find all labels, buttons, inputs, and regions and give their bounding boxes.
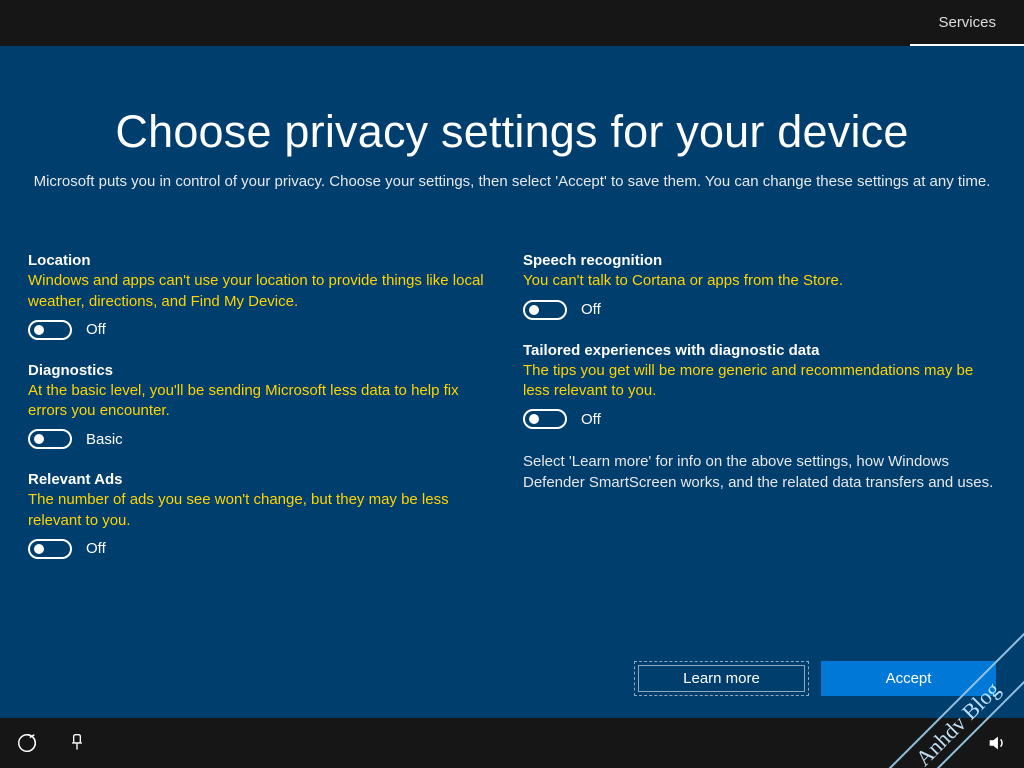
toggle-speech-recognition[interactable]: [523, 300, 567, 320]
setting-title: Speech recognition: [523, 252, 996, 269]
tab-services[interactable]: Services: [910, 0, 1024, 46]
toggle-relevant-ads[interactable]: [28, 539, 72, 559]
page-title: Choose privacy settings for your device: [28, 106, 996, 158]
setting-title: Tailored experiences with diagnostic dat…: [523, 342, 996, 359]
setting-tailored-experiences: Tailored experiences with diagnostic dat…: [523, 342, 996, 430]
setting-location: Location Windows and apps can't use your…: [28, 252, 501, 340]
main-content: Choose privacy settings for your device …: [0, 46, 1024, 718]
setting-title: Relevant Ads: [28, 471, 501, 488]
setting-relevant-ads: Relevant Ads The number of ads you see w…: [28, 471, 501, 559]
setting-desc: The number of ads you see won't change, …: [28, 490, 501, 531]
learn-more-button[interactable]: Learn more: [634, 661, 809, 696]
toggle-diagnostics[interactable]: [28, 429, 72, 449]
toggle-state-label: Off: [86, 321, 106, 338]
toggle-state-label: Basic: [86, 431, 123, 448]
setting-desc: Windows and apps can't use your location…: [28, 271, 501, 312]
settings-right-column: Speech recognition You can't talk to Cor…: [523, 252, 996, 581]
settings-left-column: Location Windows and apps can't use your…: [28, 252, 501, 581]
pin-icon[interactable]: [62, 728, 92, 758]
taskbar: [0, 718, 1024, 768]
accept-button[interactable]: Accept: [821, 661, 996, 696]
setting-title: Location: [28, 252, 501, 269]
setting-diagnostics: Diagnostics At the basic level, you'll b…: [28, 362, 501, 450]
page-subtitle: Microsoft puts you in control of your pr…: [32, 172, 992, 192]
setting-title: Diagnostics: [28, 362, 501, 379]
toggle-state-label: Off: [86, 540, 106, 557]
setting-desc: At the basic level, you'll be sending Mi…: [28, 381, 501, 422]
toggle-location[interactable]: [28, 320, 72, 340]
toggle-state-label: Off: [581, 301, 601, 318]
ease-of-access-icon[interactable]: [12, 728, 42, 758]
toggle-state-label: Off: [581, 411, 601, 428]
setting-desc: The tips you get will be more generic an…: [523, 361, 996, 402]
setting-speech-recognition: Speech recognition You can't talk to Cor…: [523, 252, 996, 319]
footnote-text: Select 'Learn more' for info on the abov…: [523, 451, 996, 493]
volume-icon[interactable]: [982, 728, 1012, 758]
toggle-tailored-experiences[interactable]: [523, 409, 567, 429]
top-bar: Services: [0, 0, 1024, 46]
setting-desc: You can't talk to Cortana or apps from t…: [523, 271, 996, 291]
